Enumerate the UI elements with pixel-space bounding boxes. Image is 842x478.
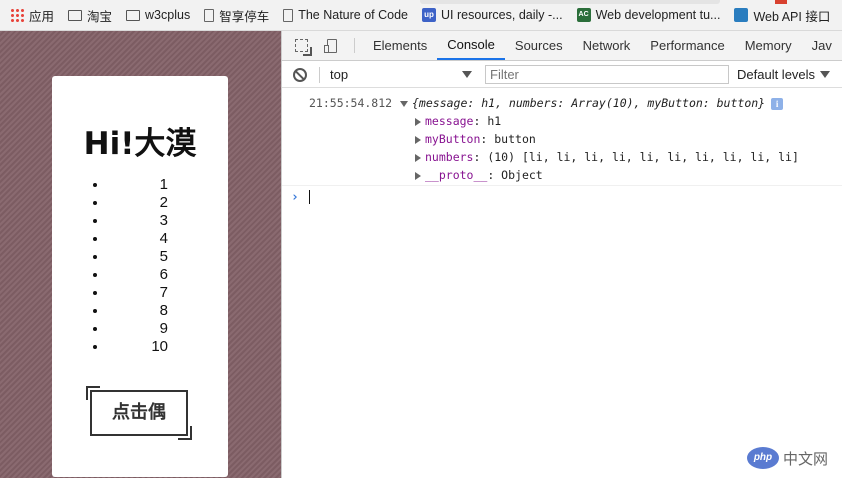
page-icon <box>283 8 294 22</box>
property-key: message <box>425 114 474 128</box>
bookmark-ui-resources[interactable]: up UI resources, daily -... <box>422 8 563 22</box>
folder-icon <box>126 9 141 21</box>
tab-strip-edge <box>420 0 720 4</box>
object-property-row[interactable]: numbers: (10) [li, li, li, li, li, li, l… <box>415 150 799 164</box>
expand-arrow-icon[interactable] <box>415 171 421 180</box>
bookmark-w3cplus[interactable]: w3cplus <box>126 8 190 22</box>
console-message: 21:55:54.812 {message: h1, numbers: Arra… <box>282 89 842 186</box>
bookmark-taobao[interactable]: 淘宝 <box>68 6 112 25</box>
expand-arrow-icon[interactable] <box>415 153 421 162</box>
bookmark-web-dev[interactable]: AC Web development tu... <box>576 8 720 22</box>
bookmark-apps[interactable]: 应用 <box>10 6 54 25</box>
page-viewport: Hi!大漠 1 2 3 4 5 6 7 8 9 10 点击偶 <box>0 31 281 478</box>
list-item: 10 <box>108 338 178 356</box>
console-toolbar: top Default levels <box>282 62 842 88</box>
bookmark-web-api[interactable]: Web API 接口 <box>734 6 830 25</box>
log-levels-selector[interactable]: Default levels <box>737 67 831 82</box>
list-item: 4 <box>108 230 178 248</box>
list-item: 1 <box>108 176 178 194</box>
device-icon <box>324 38 338 53</box>
property-value: (10) [li, li, li, li, li, li, li, li, li… <box>487 150 799 164</box>
property-key: numbers <box>425 150 474 164</box>
dropdown-arrow-icon <box>820 71 831 78</box>
tab-strip-accent <box>775 0 787 4</box>
clear-console-icon[interactable] <box>293 67 307 82</box>
list-item: 7 <box>108 284 178 302</box>
property-key: __proto__ <box>425 168 488 182</box>
tab-network[interactable]: Network <box>573 31 641 60</box>
click-me-button[interactable]: 点击偶 <box>90 390 188 436</box>
property-value: h1 <box>487 114 502 128</box>
list-item: 8 <box>108 302 178 320</box>
toolbar-divider <box>319 66 320 83</box>
filter-input[interactable] <box>485 65 729 84</box>
console-output: 21:55:54.812 {message: h1, numbers: Arra… <box>282 89 842 208</box>
inspect-element-button[interactable] <box>286 31 316 60</box>
expand-arrow-icon[interactable] <box>415 117 421 126</box>
context-value: top <box>330 67 349 82</box>
mdn-icon <box>734 8 749 22</box>
content-card: Hi!大漠 1 2 3 4 5 6 7 8 9 10 点击偶 <box>52 76 228 477</box>
watermark-text: 中文网 <box>783 449 829 468</box>
bookmarks-bar: 应用 淘宝 w3cplus 智享停车 The Nature of Code up… <box>0 0 842 31</box>
tab-memory[interactable]: Memory <box>735 31 802 60</box>
prompt-chevron-icon: › <box>291 190 299 205</box>
tab-sources[interactable]: Sources <box>505 31 573 60</box>
up-icon: up <box>422 8 437 22</box>
property-value: button <box>494 132 536 146</box>
object-preview: {message: h1, numbers: Array(10), myButt… <box>412 96 766 110</box>
folder-icon <box>68 9 83 21</box>
list-item: 5 <box>108 248 178 266</box>
tab-console[interactable]: Console <box>437 31 505 60</box>
list-item: 6 <box>108 266 178 284</box>
bookmark-nature-of-code[interactable]: The Nature of Code <box>283 8 408 22</box>
expand-arrow-icon[interactable] <box>400 100 408 107</box>
page-icon <box>204 8 215 22</box>
watermark: php 中文网 <box>747 447 828 469</box>
tab-performance[interactable]: Performance <box>640 31 734 60</box>
apps-grid-icon <box>10 8 24 22</box>
list-item: 2 <box>108 194 178 212</box>
ac-icon: AC <box>576 8 591 22</box>
page-title: Hi!大漠 <box>83 126 197 162</box>
property-value: Object <box>501 168 543 182</box>
inspect-icon <box>294 39 308 52</box>
log-levels-label: Default levels <box>737 67 816 82</box>
property-key: myButton <box>425 132 481 146</box>
object-summary[interactable]: {message: h1, numbers: Array(10), myButt… <box>400 96 784 110</box>
php-logo-icon: php <box>747 447 779 469</box>
context-selector[interactable]: top <box>330 67 472 82</box>
devtools-panel: Elements Console Sources Network Perform… <box>281 31 842 478</box>
expand-arrow-icon[interactable] <box>415 135 421 144</box>
text-caret <box>309 190 310 204</box>
bookmark-parking[interactable]: 智享停车 <box>204 6 269 25</box>
info-icon[interactable]: i <box>771 97 784 110</box>
tab-javascript-profiler[interactable]: Jav <box>802 31 842 60</box>
number-list: 1 2 3 4 5 6 7 8 9 10 <box>108 176 178 356</box>
object-property-row[interactable]: __proto__: Object <box>415 168 543 182</box>
object-property-row[interactable]: myButton: button <box>415 132 536 146</box>
list-item: 9 <box>108 320 178 338</box>
device-toolbar-button[interactable] <box>316 31 346 60</box>
toolbar-divider <box>354 38 355 53</box>
log-timestamp: 21:55:54.812 <box>309 96 393 110</box>
console-prompt[interactable]: › <box>282 186 842 208</box>
devtools-tab-bar: Elements Console Sources Network Perform… <box>282 31 842 61</box>
tab-elements[interactable]: Elements <box>363 31 437 60</box>
dropdown-arrow-icon <box>462 71 472 78</box>
object-property-row[interactable]: message: h1 <box>415 114 501 128</box>
list-item: 3 <box>108 212 178 230</box>
